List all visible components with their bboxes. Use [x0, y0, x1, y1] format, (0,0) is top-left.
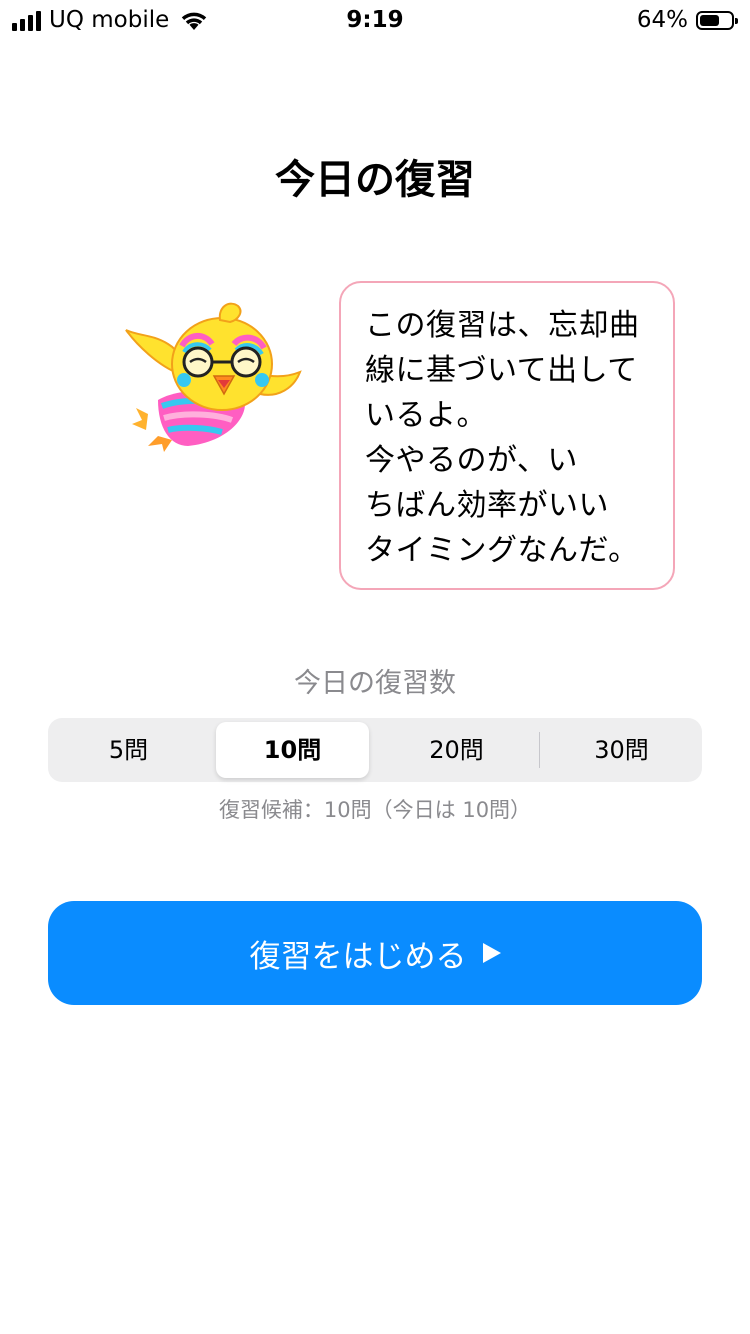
review-count-label: 今日の復習数	[294, 668, 456, 699]
start-review-label: 復習をはじめる	[249, 938, 467, 975]
review-count-selector: 5問 10問 20問 30問	[48, 718, 702, 782]
battery-percent: 64%	[636, 7, 688, 33]
segment-30[interactable]: 30問	[545, 722, 698, 778]
page-title: 今日の復習	[275, 157, 475, 203]
segment-5[interactable]: 5問	[52, 722, 205, 778]
status-bar: UQ mobile 9:19 64%	[0, 0, 750, 40]
start-review-button[interactable]: 復習をはじめる	[48, 901, 702, 1005]
review-candidates-text: 復習候補：10問（今日は 10問）	[218, 798, 532, 822]
status-right: 64%	[636, 6, 738, 34]
owl-mascot-icon	[125, 302, 302, 452]
battery-fill	[700, 14, 719, 26]
segment-10-selected[interactable]: 10問	[216, 722, 369, 778]
segment-20[interactable]: 20問	[380, 722, 533, 778]
speech-bubble-text: この復習は、忘却曲 線に基づいて出して いるよ。 今やるのが、い ちばん効率がい…	[365, 308, 640, 568]
play-icon	[482, 943, 501, 963]
segment-divider	[539, 732, 540, 768]
speech-bubble: この復習は、忘却曲 線に基づいて出して いるよ。 今やるのが、い ちばん効率がい…	[339, 281, 675, 590]
battery-icon	[696, 10, 738, 30]
battery-nub	[735, 17, 738, 24]
